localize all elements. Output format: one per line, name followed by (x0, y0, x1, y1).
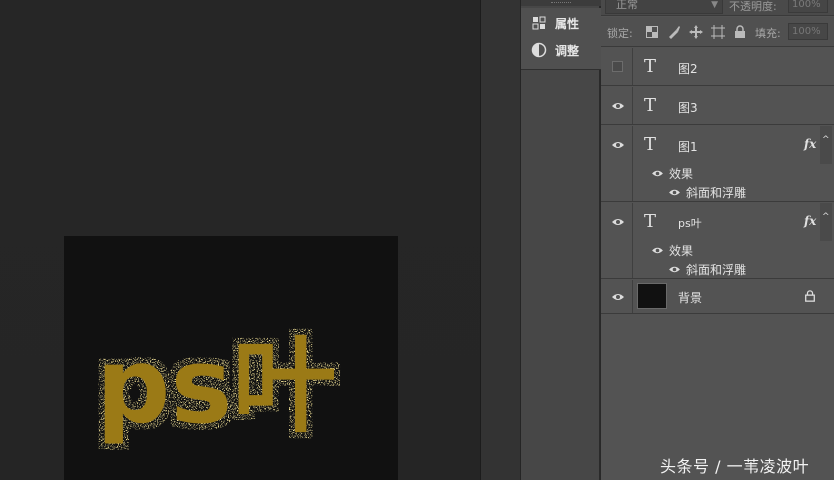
effect-name: 斜面和浮雕 (686, 186, 747, 200)
dock-item-label: 调整 (555, 43, 580, 58)
lock-artboard-icon[interactable] (711, 25, 725, 39)
layer-name[interactable]: 图1 (678, 138, 698, 155)
layer-row[interactable]: T ps叶 fx ^ 效果 斜面和浮雕 (601, 203, 834, 279)
lock-position-icon[interactable] (689, 25, 703, 39)
dock-grip[interactable] (521, 0, 601, 6)
layer-name[interactable]: ps叶 (678, 215, 702, 231)
lock-bar: 锁定: 填充: 100% (601, 17, 834, 47)
blend-mode-value: 正常 (616, 0, 638, 11)
lock-icon (805, 290, 815, 302)
dock-panel-group: 属性 调整 (521, 8, 601, 70)
fill-label: 填充: (755, 27, 781, 40)
effects-label: 效果 (669, 167, 694, 181)
layer-row[interactable]: T 图2 (601, 48, 834, 86)
eye-icon[interactable] (651, 169, 664, 178)
visibility-toggle[interactable] (601, 203, 633, 278)
dock-item-label: 属性 (555, 16, 580, 31)
lock-all-icon[interactable] (733, 25, 747, 39)
layer-row[interactable]: T 图3 (601, 87, 834, 125)
opacity-label: 不透明度: (729, 0, 777, 13)
opacity-input[interactable]: 100% (788, 0, 828, 13)
effect-name: 斜面和浮雕 (686, 263, 747, 277)
text-layer-icon: T (644, 211, 657, 232)
layers-panel: 正常 ▼ 不透明度: 100% 锁定: 填充: 100% T 图2 T 图3 T… (601, 0, 834, 480)
eye-icon[interactable] (651, 246, 664, 255)
adjustments-icon (531, 42, 547, 58)
eye-icon[interactable] (668, 265, 681, 274)
eye-icon[interactable] (668, 188, 681, 197)
layer-row[interactable]: T 图1 fx ^ 效果 斜面和浮雕 (601, 126, 834, 202)
text-layer-icon: T (644, 56, 657, 77)
chevron-up-icon: ^ (822, 212, 830, 222)
watermark: 头条号 / 一苇凌波叶 (660, 457, 810, 476)
layers-options-bar: 正常 ▼ 不透明度: 100% (601, 0, 834, 16)
collapsed-panel-dock: 属性 调整 (520, 0, 601, 480)
blend-mode-select[interactable]: 正常 ▼ (605, 0, 723, 14)
layer-name[interactable]: 图3 (678, 99, 698, 116)
text-layer-icon: T (644, 95, 657, 116)
layer-name[interactable]: 背景 (678, 289, 702, 306)
artwork-text: ps叶 (96, 325, 336, 447)
dock-item-properties[interactable]: 属性 (531, 12, 579, 34)
dock-item-adjustments[interactable]: 调整 (531, 39, 579, 61)
text-layer-icon: T (644, 134, 657, 155)
eye-icon[interactable] (611, 140, 625, 150)
effects-label: 效果 (669, 244, 694, 258)
expand-effects-toggle[interactable]: ^ (820, 126, 832, 164)
visibility-toggle[interactable] (601, 126, 633, 201)
visibility-toggle[interactable] (601, 48, 633, 85)
chevron-down-icon: ▼ (711, 0, 718, 10)
artwork-text-graphic: ps叶 (96, 325, 336, 447)
visibility-toggle[interactable] (601, 87, 633, 124)
eye-icon[interactable] (611, 101, 625, 111)
effects-group[interactable]: 效果 (651, 242, 693, 259)
lock-transparent-pixels-icon[interactable] (645, 25, 659, 39)
canvas-workarea[interactable]: ps叶 (0, 0, 480, 480)
layer-name[interactable]: 图2 (678, 60, 698, 77)
effect-bevel-emboss[interactable]: 斜面和浮雕 (668, 261, 746, 278)
effect-bevel-emboss[interactable]: 斜面和浮雕 (668, 184, 746, 201)
lock-image-pixels-icon[interactable] (667, 25, 681, 39)
eye-icon[interactable] (611, 292, 625, 302)
eye-icon[interactable] (611, 217, 625, 227)
properties-icon (531, 15, 547, 31)
panel-gutter (480, 0, 520, 480)
fill-input[interactable]: 100% (788, 23, 828, 40)
effects-group[interactable]: 效果 (651, 165, 693, 182)
layer-thumbnail[interactable] (637, 283, 667, 309)
fx-icon[interactable]: fx (804, 137, 816, 151)
chevron-up-icon: ^ (822, 135, 830, 145)
document-canvas[interactable]: ps叶 (64, 236, 398, 480)
visibility-off-box[interactable] (612, 61, 623, 72)
visibility-toggle[interactable] (601, 280, 633, 313)
layer-row-background[interactable]: 背景 (601, 280, 834, 314)
expand-effects-toggle[interactable]: ^ (820, 203, 832, 241)
fx-icon[interactable]: fx (804, 214, 816, 228)
lock-label: 锁定: (607, 27, 633, 40)
